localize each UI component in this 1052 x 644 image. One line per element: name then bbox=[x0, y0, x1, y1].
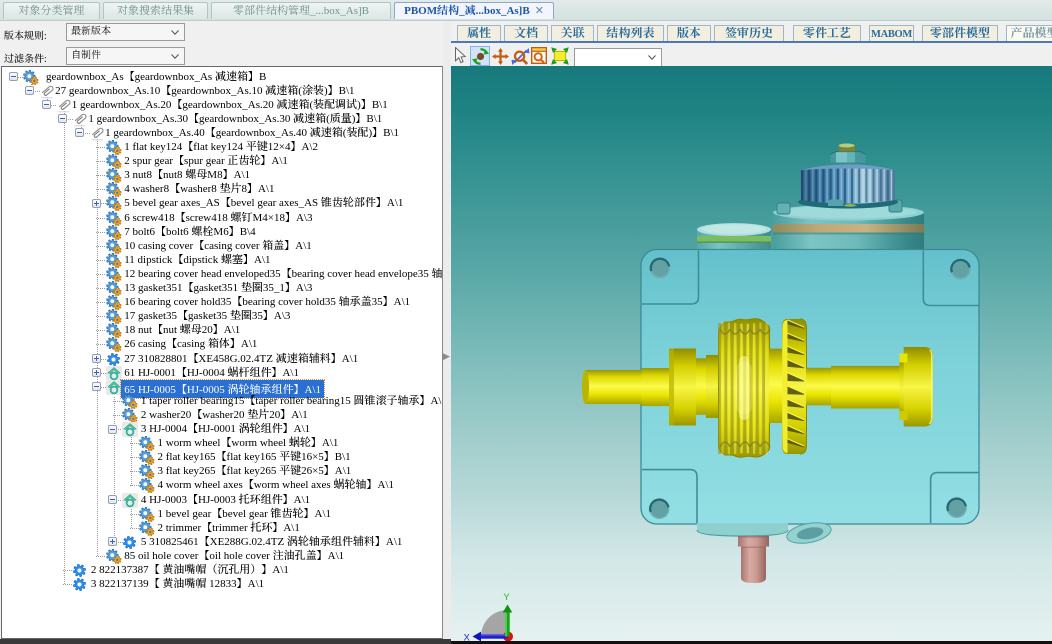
svg-text:Y: Y bbox=[503, 592, 510, 603]
